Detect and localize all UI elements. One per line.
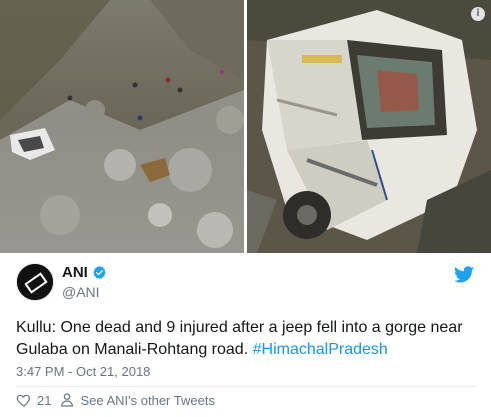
author-names[interactable]: ANI @ANI (62, 264, 107, 300)
divider (16, 386, 476, 387)
twitter-bird-icon[interactable] (454, 266, 474, 283)
like-button[interactable]: 21 (16, 392, 51, 408)
hashtag-link[interactable]: #HimachalPradesh (253, 341, 388, 358)
photo-gorge-hillside[interactable] (0, 0, 244, 253)
heart-icon (16, 394, 30, 407)
avatar[interactable] (16, 263, 54, 301)
tweet-actions: 21 See ANI's other Tweets (16, 392, 223, 408)
tweet-text: Kullu: One dead and 9 injured after a je… (16, 317, 478, 361)
like-count: 21 (37, 392, 52, 408)
tweet-header: ANI @ANI (16, 263, 476, 303)
tweet-media[interactable]: i (0, 0, 491, 253)
verified-badge-icon (93, 265, 106, 280)
see-other-tweets-label: See ANI's other Tweets (80, 392, 215, 408)
see-other-tweets-link[interactable]: See ANI's other Tweets (59, 392, 215, 408)
ani-logo-icon (17, 264, 53, 300)
tweet-timestamp[interactable]: 3:47 PM - Oct 21, 2018 (16, 364, 150, 379)
person-icon (61, 393, 74, 407)
photo-crashed-jeep[interactable]: i (247, 0, 491, 253)
info-icon[interactable]: i (471, 7, 485, 21)
author-display-name[interactable]: ANI (62, 264, 88, 281)
tweet-body: Kullu: One dead and 9 injured after a je… (16, 319, 463, 358)
embedded-tweet-card: i ANI @ANI Kullu: One dead and 9 injured… (0, 0, 491, 417)
author-handle[interactable]: @ANI (62, 284, 107, 300)
